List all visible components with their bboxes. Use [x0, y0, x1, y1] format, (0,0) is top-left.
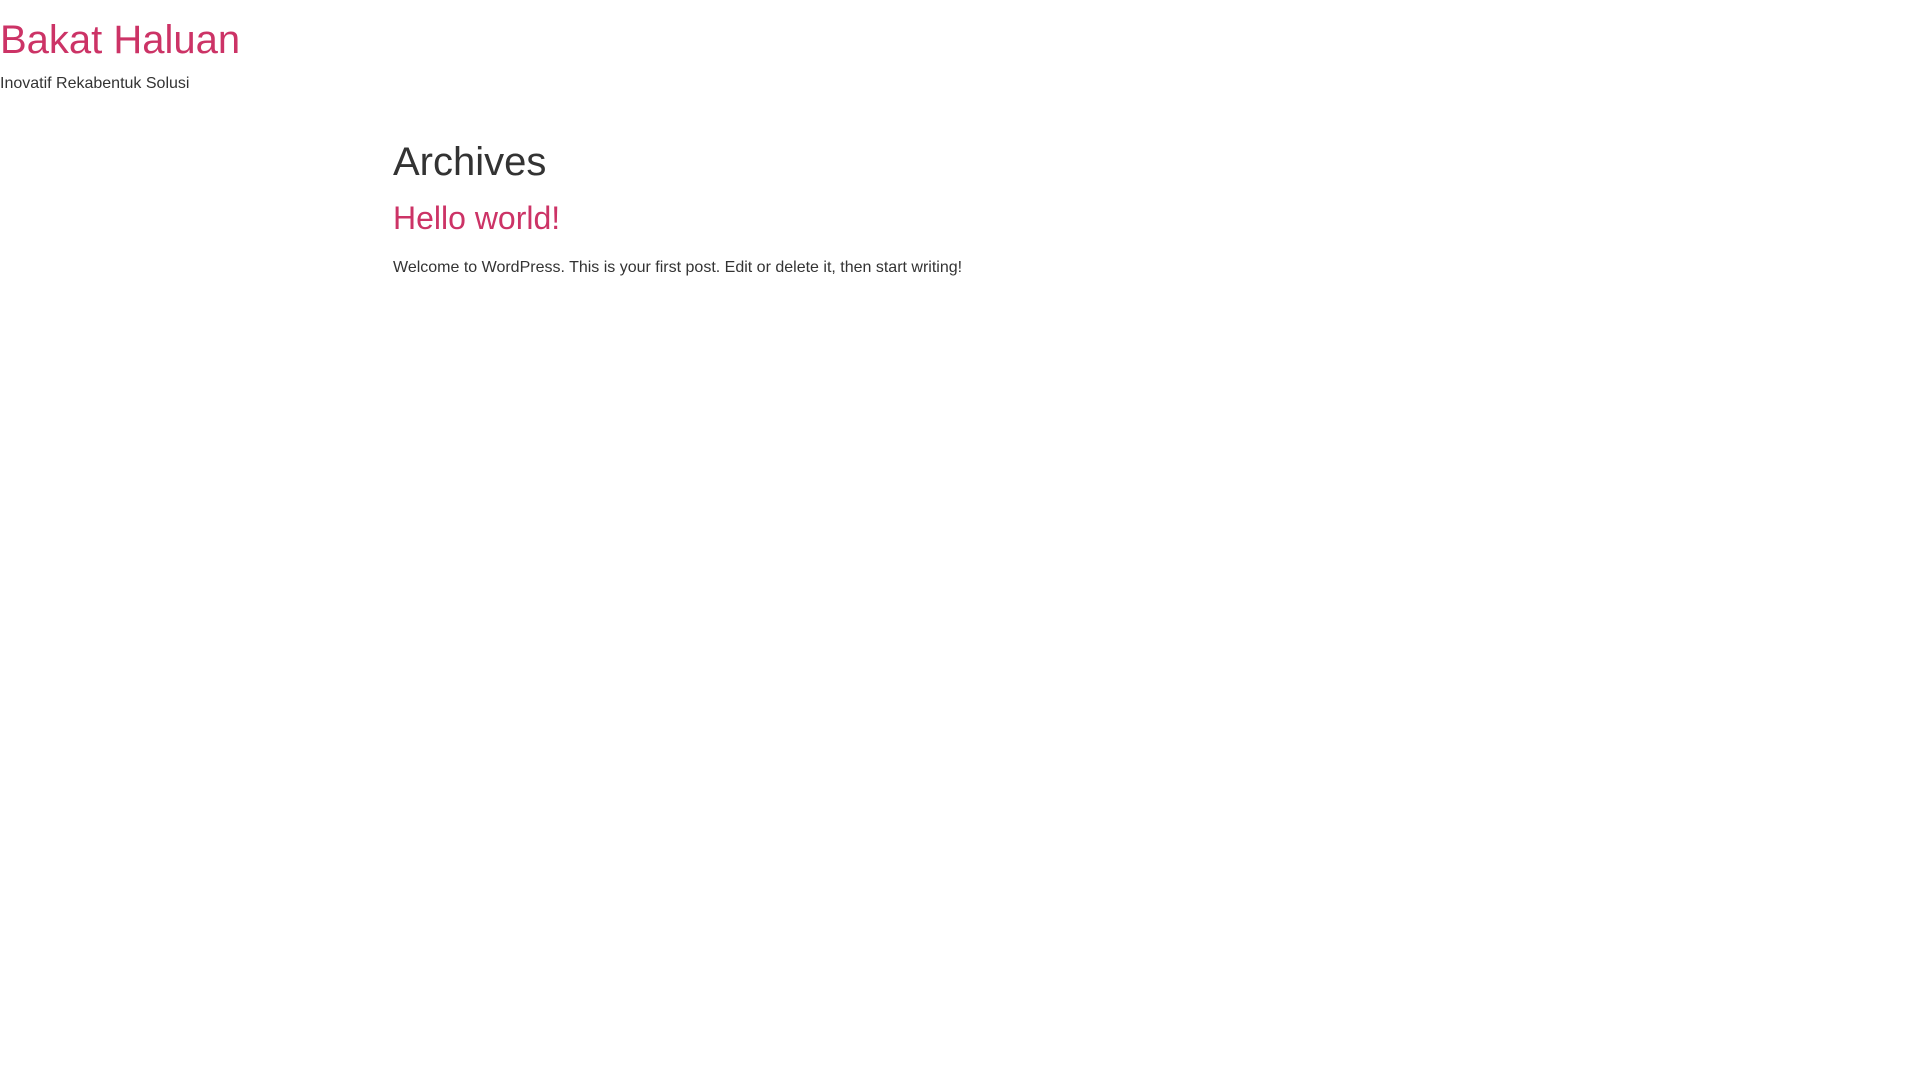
page-title: Archives — [393, 140, 547, 184]
site-title-link[interactable]: Bakat Haluan — [0, 20, 240, 60]
post-title-link[interactable]: Hello world! — [393, 200, 560, 236]
post-item: Hello world! Welcome to WordPress. This … — [393, 196, 962, 276]
site-tagline: Inovatif Rekabentuk Solusi — [0, 75, 190, 92]
post-title: Hello world! — [393, 196, 560, 240]
post-excerpt: Welcome to WordPress. This is your first… — [393, 259, 963, 276]
